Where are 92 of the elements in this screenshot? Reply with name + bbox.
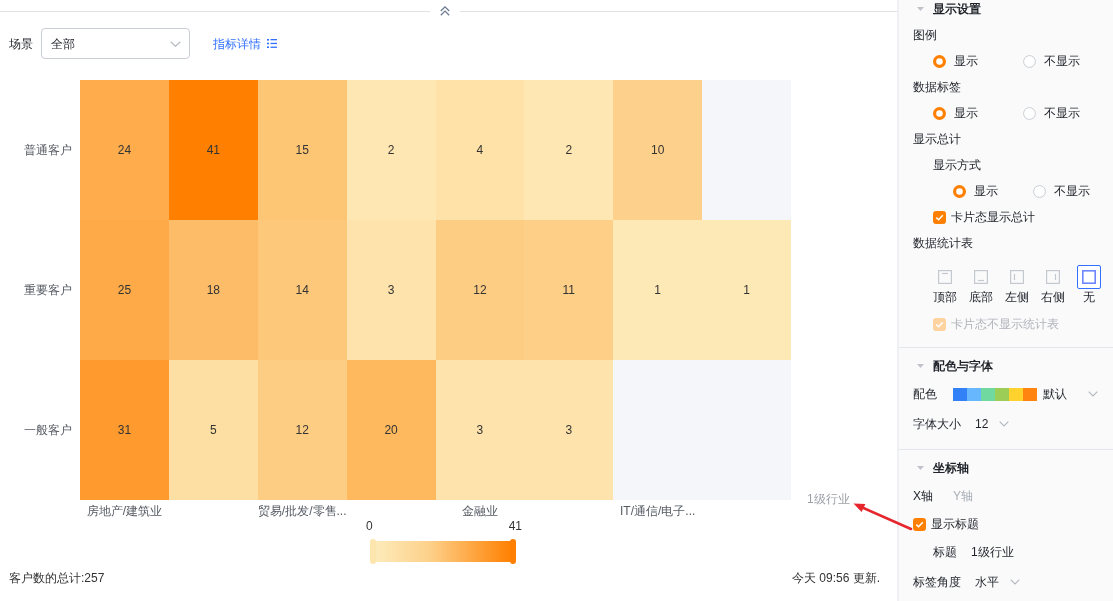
field-label: 字体大小 xyxy=(913,416,961,432)
heatmap-cell: 12 xyxy=(257,360,347,500)
chevron-down-icon xyxy=(999,421,1010,427)
radio-label: 显示 xyxy=(954,105,978,121)
heatmap-cell: 1 xyxy=(702,220,791,360)
heatmap-cell: 3 xyxy=(435,360,525,500)
square-icon xyxy=(1082,270,1096,284)
x-axis-label: IT/通信/电子... xyxy=(620,504,696,519)
checkbox[interactable] xyxy=(933,210,946,224)
heatmap-cell: 20 xyxy=(346,360,436,500)
double-chevron-up-icon[interactable] xyxy=(440,6,450,16)
list-icon xyxy=(267,39,277,48)
field-label: 图例 xyxy=(913,27,937,43)
checkbox[interactable] xyxy=(913,517,926,531)
palette-select[interactable]: 默认 xyxy=(1043,386,1098,402)
section-header[interactable]: 配色与字体 xyxy=(913,357,993,375)
heatmap-cell: 2 xyxy=(524,80,614,220)
x-axis-label: 贸易/批发/零售... xyxy=(257,504,347,519)
heatmap-cell: 12 xyxy=(435,220,525,360)
position-label: 右侧 xyxy=(1041,289,1065,305)
summary-text: 客户数的总计:257 xyxy=(9,571,105,585)
scene-select[interactable]: 全部 xyxy=(41,28,190,59)
heatmap-cell: 10 xyxy=(613,80,703,220)
radio-button[interactable] xyxy=(933,54,946,68)
filter-label: 场景 xyxy=(9,35,33,52)
layout-top-icon xyxy=(938,270,952,284)
chevron-down-icon xyxy=(170,40,181,47)
field-label: 标签角度 xyxy=(913,574,961,590)
heatmap-cell: 41 xyxy=(168,80,258,220)
radio-label: 不显示 xyxy=(1044,53,1080,69)
scale-max-label: 41 xyxy=(508,519,522,533)
heatmap-cell: 24 xyxy=(80,80,169,220)
field-label: 配色 xyxy=(913,386,937,402)
field-label: 数据标签 xyxy=(913,79,961,95)
radio-label: 不显示 xyxy=(1054,183,1090,199)
position-label: 顶部 xyxy=(933,289,957,305)
position-button[interactable] xyxy=(1077,265,1101,289)
heatmap-cell: 31 xyxy=(80,360,169,500)
heatmap-cell: 15 xyxy=(257,80,347,220)
y-axis-label: 重要客户 xyxy=(24,283,72,297)
radio-button[interactable] xyxy=(1033,184,1046,198)
caret-down-icon xyxy=(917,364,924,368)
radio-label: 显示 xyxy=(974,183,998,199)
radio-button[interactable] xyxy=(933,106,946,120)
heatmap-cell: 2 xyxy=(346,80,436,220)
field-label: 显示总计 xyxy=(913,131,961,147)
heatmap-cell: 5 xyxy=(168,360,258,500)
section-header[interactable]: 坐标轴 xyxy=(913,459,969,477)
range-handle[interactable] xyxy=(510,539,516,564)
metric-details-link[interactable]: 指标详情 xyxy=(213,35,277,52)
y-axis-label: 一般客户 xyxy=(24,423,72,437)
axis-title: 1级行业 xyxy=(807,492,850,506)
dropdown-select[interactable]: 12 xyxy=(975,416,1010,432)
layout-bottom-icon xyxy=(974,270,988,284)
heatmap-cell: 3 xyxy=(346,220,436,360)
field-label: 标题 xyxy=(933,544,957,560)
heatmap-cell: 3 xyxy=(524,360,614,500)
title-value: 1级行业 xyxy=(971,544,1014,560)
layout-right-icon xyxy=(1046,270,1060,284)
caret-down-icon xyxy=(917,7,924,11)
heatmap-cell: 4 xyxy=(435,80,525,220)
y-axis-label: 普通客户 xyxy=(24,143,72,157)
heatmap-cell: 25 xyxy=(80,220,169,360)
chevron-down-icon xyxy=(1088,391,1098,397)
range-handle[interactable] xyxy=(370,539,376,564)
field-label: 数据统计表 xyxy=(913,235,973,251)
axis-tab[interactable]: X轴 xyxy=(913,488,933,504)
heatmap-cell: 18 xyxy=(168,220,258,360)
caret-down-icon xyxy=(917,466,924,470)
x-axis-label: 房地产/建筑业 xyxy=(86,504,163,519)
heatmap-cell: 1 xyxy=(613,220,703,360)
radio-button[interactable] xyxy=(1023,54,1036,68)
radio-button[interactable] xyxy=(953,184,966,198)
heatmap-cell: 11 xyxy=(524,220,614,360)
checkbox-label: 显示标题 xyxy=(931,516,979,532)
x-axis-label: 金融业 xyxy=(461,504,498,519)
position-label: 左侧 xyxy=(1005,289,1029,305)
radio-button[interactable] xyxy=(1023,106,1036,120)
radio-label: 显示 xyxy=(954,53,978,69)
scale-min-label: 0 xyxy=(366,519,373,533)
position-label: 无 xyxy=(1083,289,1095,305)
section-header[interactable]: 显示设置 xyxy=(913,0,981,18)
checkbox-label: 卡片态显示总计 xyxy=(951,209,1035,225)
chevron-down-icon xyxy=(1010,579,1020,585)
checkbox-label: 卡片态不显示统计表 xyxy=(951,316,1059,332)
field-label: 显示方式 xyxy=(933,157,981,173)
dropdown-select[interactable]: 水平 xyxy=(975,574,1020,590)
layout-left-icon xyxy=(1010,270,1024,284)
update-time-text: 今天 09:56 更新. xyxy=(791,571,880,585)
position-label: 底部 xyxy=(969,289,993,305)
heatmap-cell: 14 xyxy=(257,220,347,360)
radio-label: 不显示 xyxy=(1044,105,1080,121)
